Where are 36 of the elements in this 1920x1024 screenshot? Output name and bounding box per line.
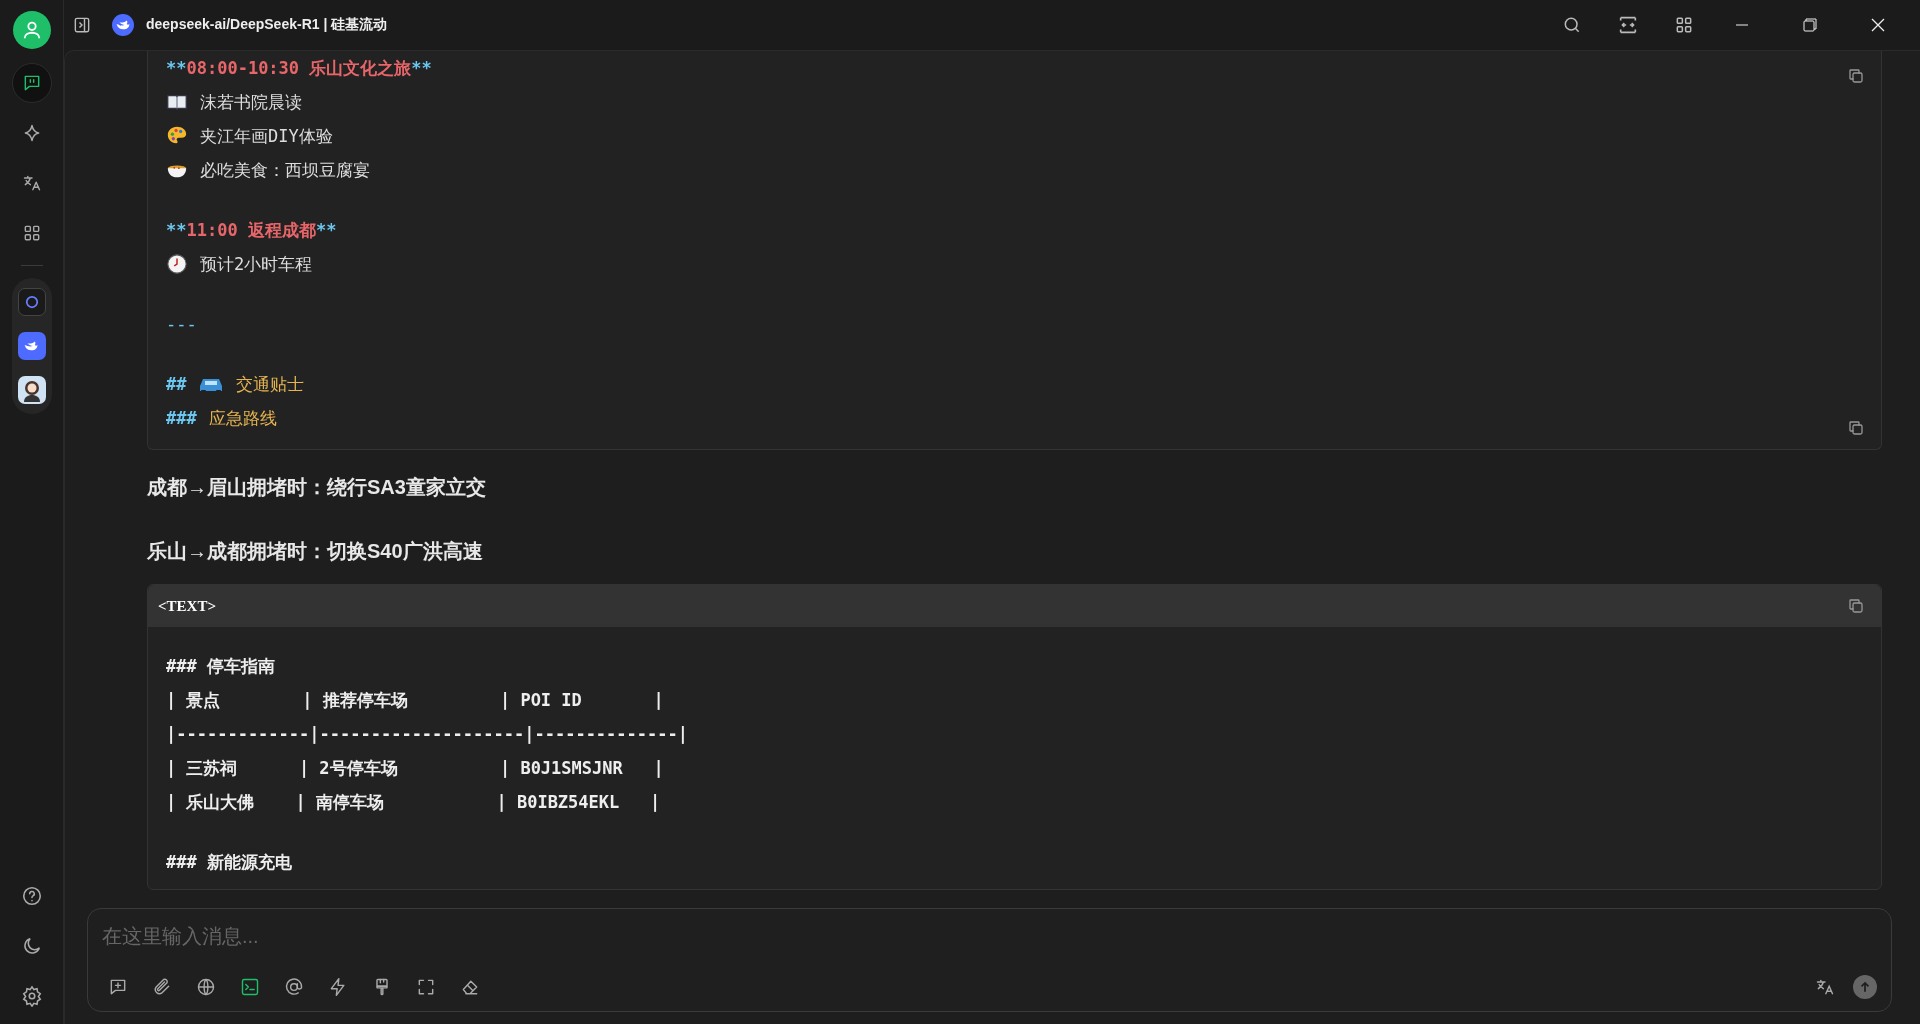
list-item-text: 预计2小时车程 xyxy=(200,253,313,276)
list-item-text: 夹江年画DIY体验 xyxy=(200,125,333,148)
bold-heading-text: **11:00 返程成都** xyxy=(166,219,337,242)
arrow-up-icon xyxy=(1858,980,1872,994)
heading-marker: ## xyxy=(166,373,187,396)
avatar-app-icon[interactable] xyxy=(17,376,46,404)
list-item-text: 必吃美食：西坝豆腐宴 xyxy=(200,159,370,182)
translate-icon xyxy=(21,173,42,193)
code-language-label: <TEXT> xyxy=(158,597,216,615)
model-logo xyxy=(112,14,134,36)
message-field[interactable]: 在这里输入消息... xyxy=(87,908,1892,1012)
copy-icon xyxy=(1847,67,1865,85)
copy-icon xyxy=(1847,597,1865,615)
user-avatar[interactable] xyxy=(12,11,51,49)
code-heading: ### 停车指南 xyxy=(166,655,275,678)
sidebar-nav-button[interactable] xyxy=(11,63,52,103)
table-row-text: |-------------|--------------------|--------------| xyxy=(166,723,688,746)
table-row-text: | 三苏祠 | 2号停车场 | B0J1SMSJNR | xyxy=(166,757,664,780)
table-row-text: | 乐山大佛 | 南停车场 | B0IBZ54EKL | xyxy=(166,791,661,814)
message-input[interactable]: 在这里输入消息... xyxy=(102,919,1877,953)
copy-icon xyxy=(1847,419,1865,437)
code-heading: ### 新能源充电 xyxy=(166,851,292,874)
ai-app-icon[interactable] xyxy=(17,288,46,316)
list-item-text: 沫若书院晨读 xyxy=(200,91,302,114)
heading-text: 应急路线 xyxy=(208,407,277,430)
rule-markup: --- xyxy=(166,313,197,336)
bold-heading-text: **08:00-10:30 乐山文化之旅** xyxy=(166,57,432,80)
table-row-text: | 景点 | 推荐停车场 | POI ID | xyxy=(166,689,664,712)
message-paragraph: 成都→眉山拥堵时：绕行SA3童家立交 xyxy=(147,475,487,500)
message-paragraph: 乐山→成都拥堵时：切换S40广洪高速 xyxy=(147,539,484,564)
clock-icon xyxy=(166,253,188,275)
heading-marker: ### xyxy=(166,407,197,430)
heading-text: 交通贴士 xyxy=(236,373,305,396)
send-button[interactable] xyxy=(1853,975,1877,999)
whale-app-icon[interactable] xyxy=(17,332,46,360)
window-title: deepseek-ai/DeepSeek-R1 | 硅基流动 xyxy=(146,16,388,34)
